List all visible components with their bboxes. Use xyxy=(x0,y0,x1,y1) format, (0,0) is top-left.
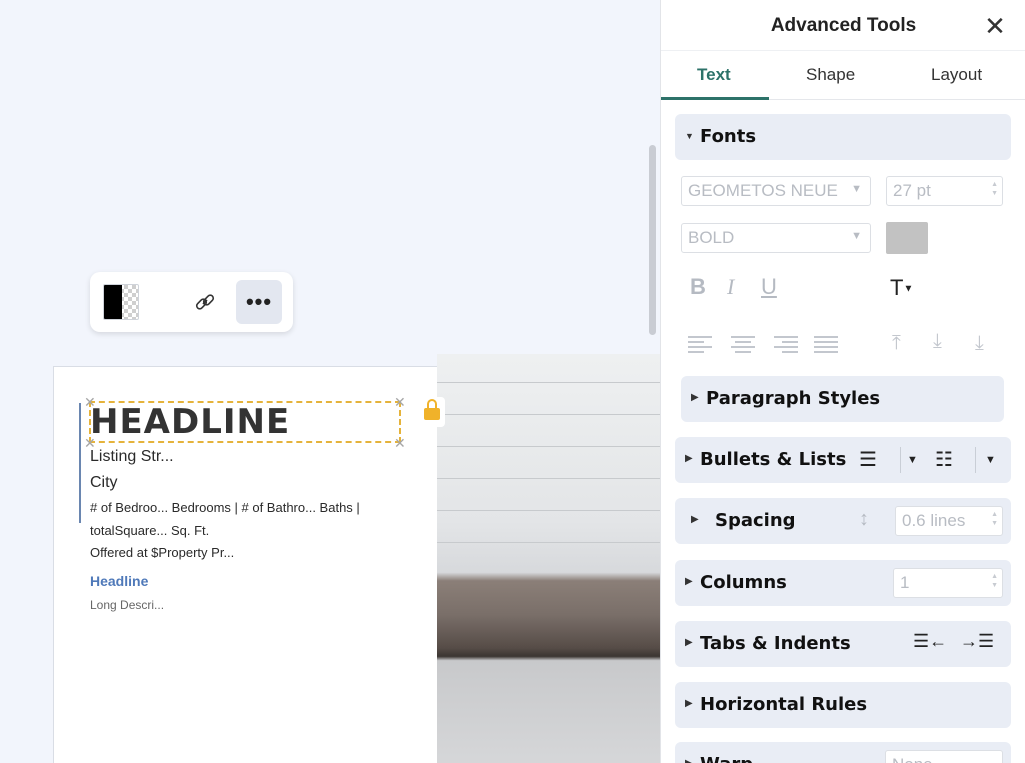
resize-handle-top-left[interactable]: ✕ xyxy=(84,395,96,409)
kitchen-photo[interactable] xyxy=(437,354,660,763)
offered-price-text[interactable]: Offered at $Property Pr... xyxy=(90,545,234,560)
expand-triangle-icon: ▶ xyxy=(685,576,693,587)
floating-toolbar: ••• xyxy=(90,272,293,332)
dropdown-arrow-icon: ▼ xyxy=(851,230,862,242)
paragraph-styles-title: Paragraph Styles xyxy=(706,388,881,409)
fonts-section-header[interactable]: ▼ Fonts xyxy=(675,114,1011,160)
tab-shape[interactable]: Shape xyxy=(806,65,855,85)
columns-section[interactable]: ▶ Columns 1 ▲ ▼ xyxy=(675,560,1011,606)
font-family-value: GEOMETOS NEUE xyxy=(688,181,838,200)
columns-title: Columns xyxy=(700,572,787,593)
lock-icon xyxy=(424,399,440,420)
font-size-input[interactable]: 27 pt ▲ ▼ xyxy=(886,176,1003,206)
selection-box[interactable] xyxy=(89,401,401,443)
dropdown-arrow-icon: ▼ xyxy=(851,183,862,195)
details-text[interactable]: # of Bedroo... Bedrooms | # of Bathro...… xyxy=(90,500,360,515)
collapse-triangle-icon: ▼ xyxy=(685,131,694,141)
text-frame-indicator xyxy=(79,403,81,523)
square-feet-text[interactable]: totalSquare... Sq. Ft. xyxy=(90,523,209,538)
italic-button[interactable]: I xyxy=(727,274,734,300)
bullets-lists-section[interactable]: ▶ Bullets & Lists ☰ ▼ ☷ ▼ xyxy=(675,437,1011,483)
more-icon: ••• xyxy=(245,289,273,314)
font-weight-value: BOLD xyxy=(688,228,735,247)
align-bottom-icon[interactable]: ⤓ xyxy=(975,332,984,355)
text-transform-button[interactable]: T▼ xyxy=(890,275,913,301)
tab-text[interactable]: Text xyxy=(697,65,731,85)
align-middle-icon[interactable]: ⤓ xyxy=(933,330,942,353)
horizontal-rules-section[interactable]: ▶ Horizontal Rules xyxy=(675,682,1011,728)
expand-triangle-icon: ▶ xyxy=(685,637,693,648)
line-spacing-icon: ↕ xyxy=(859,508,869,530)
tabs-indents-title: Tabs & Indents xyxy=(700,633,851,654)
panel-title: Advanced Tools xyxy=(770,15,917,36)
secondary-headline-text[interactable]: Headline xyxy=(90,573,148,589)
warp-select[interactable]: None xyxy=(885,750,1003,763)
tab-layout[interactable]: Layout xyxy=(931,65,982,85)
advanced-tools-panel: Advanced Tools ✕ Text Shape Layout ▼ Fon… xyxy=(660,0,1025,763)
bold-button[interactable]: B xyxy=(690,274,706,300)
line-spacing-value: 0.6 lines xyxy=(902,511,966,530)
expand-triangle-icon: ▶ xyxy=(691,514,699,525)
align-top-icon[interactable]: ⤒ xyxy=(892,332,901,355)
long-description-text[interactable]: Long Descri... xyxy=(90,598,164,612)
stepper-icon: ▲ ▼ xyxy=(991,573,998,589)
panel-tabs: Text Shape Layout xyxy=(661,50,1025,100)
paragraph-styles-section[interactable]: ▶ Paragraph Styles xyxy=(681,376,1004,422)
bullets-lists-title: Bullets & Lists xyxy=(700,449,847,470)
font-size-value: 27 pt xyxy=(893,181,931,200)
expand-triangle-icon: ▶ xyxy=(685,698,693,709)
text-transform-icon: T xyxy=(890,275,904,300)
numbered-list-icon[interactable]: ☷ xyxy=(935,447,953,472)
underline-button[interactable]: U xyxy=(761,274,777,300)
align-right-icon[interactable] xyxy=(774,336,798,354)
stepper-icon: ▲ ▼ xyxy=(991,511,998,527)
horizontal-rules-title: Horizontal Rules xyxy=(700,694,868,715)
canvas-scrollbar[interactable] xyxy=(649,145,656,335)
font-color-swatch[interactable] xyxy=(886,222,928,254)
resize-handle-top-right[interactable]: ✕ xyxy=(394,395,406,409)
increase-indent-icon[interactable]: →☰ xyxy=(960,631,994,652)
line-spacing-input[interactable]: 0.6 lines ▲ ▼ xyxy=(895,506,1003,536)
expand-triangle-icon: ▶ xyxy=(685,453,693,464)
expand-triangle-icon: ▶ xyxy=(685,758,693,763)
stepper-icon: ▲ ▼ xyxy=(991,181,998,197)
spacing-title: Spacing xyxy=(715,510,796,531)
spacing-section[interactable]: ▶ Spacing ↕ 0.6 lines ▲ ▼ xyxy=(675,498,1011,544)
more-options-button[interactable]: ••• xyxy=(236,280,282,324)
align-center-icon[interactable] xyxy=(731,336,755,354)
listing-street-text[interactable]: Listing Str... xyxy=(90,448,174,466)
columns-input[interactable]: 1 ▲ ▼ xyxy=(893,568,1003,598)
close-icon[interactable]: ✕ xyxy=(981,12,1009,40)
tabs-indents-section[interactable]: ▶ Tabs & Indents ☰← →☰ xyxy=(675,621,1011,667)
fonts-section-title: Fonts xyxy=(700,126,757,147)
warp-title: Warp xyxy=(700,754,753,763)
expand-triangle-icon: ▶ xyxy=(691,392,699,403)
design-canvas[interactable]: ••• HEADLINE ✕ ✕ ✕ ✕ Listing Str... City… xyxy=(0,0,660,763)
warp-value: None xyxy=(892,755,933,763)
font-family-select[interactable]: GEOMETOS NEUE ▼ xyxy=(681,176,871,206)
transparency-icon xyxy=(103,284,139,320)
align-justify-icon[interactable] xyxy=(814,336,838,354)
link-button[interactable] xyxy=(182,280,228,324)
bullet-options-caret-icon[interactable]: ▼ xyxy=(907,454,918,466)
bulleted-list-icon[interactable]: ☰ xyxy=(859,447,877,472)
numbering-options-caret-icon[interactable]: ▼ xyxy=(985,454,996,466)
columns-value: 1 xyxy=(900,573,910,592)
lock-button[interactable] xyxy=(419,397,445,427)
link-icon xyxy=(195,294,215,310)
city-text[interactable]: City xyxy=(90,474,118,492)
transparency-button[interactable] xyxy=(98,280,144,324)
decrease-indent-icon[interactable]: ☰← xyxy=(913,631,947,652)
font-weight-select[interactable]: BOLD ▼ xyxy=(681,223,871,253)
warp-section[interactable]: ▶ Warp None xyxy=(675,742,1011,763)
active-tab-indicator xyxy=(661,97,769,100)
resize-handle-bottom-right[interactable]: ✕ xyxy=(394,436,406,450)
align-left-icon[interactable] xyxy=(688,336,712,354)
